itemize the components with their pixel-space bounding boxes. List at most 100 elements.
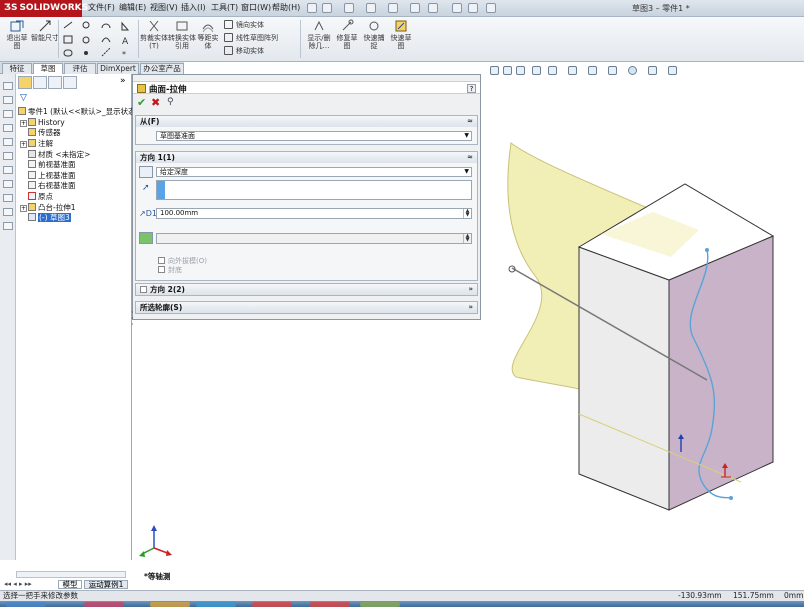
menu-window[interactable]: 窗口(W) — [241, 2, 271, 13]
start-button-icon[interactable] — [6, 602, 46, 607]
checkbox-icon[interactable] — [158, 266, 165, 273]
apply-scene-icon[interactable] — [628, 66, 637, 75]
expand-icon[interactable]: + — [20, 141, 27, 148]
move-entities-button[interactable]: 移动实体 — [236, 46, 264, 56]
task-icon[interactable] — [3, 152, 13, 160]
spline-tool-icon[interactable] — [101, 37, 111, 43]
expand-icon[interactable]: + — [20, 120, 27, 127]
trim-entities-button[interactable]: 剪裁实体(T) — [140, 19, 168, 50]
linear-pattern-button[interactable]: 线性草图阵列 — [236, 33, 278, 43]
direction-selection-box[interactable] — [156, 180, 472, 200]
tab-nav-arrows[interactable]: ◂◂ ◂ ▸ ▸▸ — [4, 580, 54, 589]
task-icon[interactable] — [3, 82, 13, 90]
new-doc-icon[interactable] — [322, 3, 332, 13]
tab-model[interactable]: 模型 — [58, 580, 82, 589]
reverse-direction-icon[interactable] — [139, 166, 153, 178]
smart-dimension-button[interactable]: 智能尺寸 — [31, 19, 59, 42]
filter-icon[interactable]: ▽ — [20, 93, 27, 103]
spin-arrows-icon[interactable]: ▲ ▼ — [463, 209, 471, 218]
spline-point[interactable] — [705, 248, 709, 252]
tab-evaluate[interactable]: 评估 — [64, 63, 96, 74]
from-group-header[interactable]: 从(F) ≈ — [136, 116, 477, 127]
spline-point[interactable] — [729, 496, 733, 500]
direction1-group-header[interactable]: 方向 1(1) ≈ — [136, 152, 477, 163]
tree-scrollbar[interactable] — [16, 571, 126, 578]
task-icon[interactable] — [3, 222, 13, 230]
arc-tool-icon[interactable] — [101, 23, 111, 29]
tab-motion-study[interactable]: 运动算例1 — [84, 580, 128, 589]
task-icon[interactable] — [3, 138, 13, 146]
tree-root[interactable]: 零件1 (默认<<默认>_显示状态 — [18, 107, 136, 117]
display-pane-icon[interactable] — [668, 66, 677, 75]
tab-office-products[interactable]: 办公室产品 — [140, 63, 184, 74]
property-tab-icon[interactable] — [33, 76, 47, 89]
selected-contours-header[interactable]: 所选轮廓(S)» — [136, 302, 477, 313]
taskbar-app-icon[interactable] — [310, 602, 350, 607]
tree-item-front-plane[interactable]: 前视基准面 — [28, 160, 76, 170]
task-icon[interactable] — [3, 124, 13, 132]
line-tool-icon[interactable] — [63, 21, 73, 29]
menu-edit[interactable]: 编辑(E) — [119, 2, 146, 13]
task-icon[interactable] — [3, 194, 13, 202]
tab-sketch[interactable]: 草图 — [33, 63, 63, 74]
tree-item-top-plane[interactable]: 上视基准面 — [28, 171, 76, 181]
tree-item-annotations[interactable]: + 注解 — [20, 139, 53, 149]
tree-item-sensors[interactable]: 传感器 — [28, 128, 61, 138]
zoom-area-icon[interactable] — [503, 66, 512, 75]
view-orientation-icon[interactable] — [548, 66, 557, 75]
previous-view-icon[interactable] — [516, 66, 525, 75]
tree-item-boss-extrude1[interactable]: + 凸台-拉伸1 — [20, 203, 75, 213]
undo-icon[interactable] — [410, 3, 420, 13]
rebuild-icon[interactable] — [452, 3, 462, 13]
pin-icon[interactable] — [307, 3, 317, 13]
solidworks-logo[interactable]: ƷS SOLIDWORKS — [0, 0, 88, 17]
display-delete-relations-button[interactable]: 显示/删除几… — [304, 19, 334, 50]
hide-show-items-icon[interactable] — [588, 66, 597, 75]
centerline-icon[interactable] — [101, 47, 111, 57]
panel-splitter-handle[interactable]: · · · — [131, 309, 135, 332]
point-tool-icon[interactable] — [84, 51, 88, 55]
mirror-entities-button[interactable]: 镜向实体 — [236, 20, 264, 30]
box-front-face[interactable] — [578, 246, 670, 511]
open-icon[interactable] — [344, 3, 354, 13]
tree-item-right-plane[interactable]: 右视基准面 — [28, 181, 76, 191]
print-icon[interactable] — [388, 3, 398, 13]
expand-icon[interactable]: + — [20, 205, 27, 212]
checkbox-icon[interactable] — [158, 257, 165, 264]
repair-sketch-button[interactable]: 修复草图 — [335, 19, 359, 50]
zoom-to-fit-icon[interactable] — [490, 66, 499, 75]
rectangle-tool-icon[interactable] — [63, 35, 73, 44]
help-button[interactable]: ? — [467, 84, 476, 93]
select-icon[interactable] — [428, 3, 438, 13]
end-condition-select[interactable]: 给定深度 ▼ — [156, 167, 472, 177]
options-icon[interactable] — [486, 3, 496, 13]
config-tab-icon[interactable] — [48, 76, 62, 89]
task-icon[interactable] — [3, 166, 13, 174]
polygon-tool-icon[interactable] — [121, 21, 130, 31]
task-icon[interactable] — [3, 110, 13, 118]
expand-chevron-icon[interactable]: » — [120, 76, 126, 86]
tree-item-sketch3[interactable]: (-) 草图3 — [28, 213, 71, 223]
expand-chevron-icon[interactable]: » — [468, 302, 473, 313]
exit-sketch-button[interactable]: 退出草图 — [4, 19, 30, 50]
tab-features[interactable]: 特征 — [2, 63, 32, 74]
display-style-icon[interactable] — [568, 66, 577, 75]
rapid-sketch-button[interactable]: 快速草图 — [388, 19, 414, 50]
circle-tool-icon[interactable] — [82, 21, 90, 29]
pushpin-icon[interactable]: ⚲ — [167, 97, 174, 108]
cap-end-checkbox[interactable]: 封底 — [158, 265, 182, 275]
quick-snaps-button[interactable]: 快速捕捉 — [362, 19, 386, 50]
expand-chevron-icon[interactable]: » — [468, 284, 473, 295]
direction2-group-header[interactable]: 方向 2(2)» — [136, 284, 477, 295]
cancel-x-icon[interactable]: ✖ — [151, 97, 160, 108]
tree-item-origin[interactable]: 原点 — [28, 192, 53, 202]
file-props-icon[interactable] — [468, 3, 478, 13]
tab-dimxpert[interactable]: DimXpert — [97, 63, 139, 74]
menu-help[interactable]: 帮助(H) — [272, 2, 300, 13]
taskbar-app-icon[interactable] — [196, 602, 236, 607]
taskbar-app-icon[interactable] — [252, 602, 292, 607]
menu-view[interactable]: 视图(V) — [150, 2, 178, 13]
menu-file[interactable]: 文件(F) — [88, 2, 115, 13]
taskbar-app-icon[interactable] — [360, 602, 400, 607]
model-view[interactable] — [481, 62, 804, 560]
